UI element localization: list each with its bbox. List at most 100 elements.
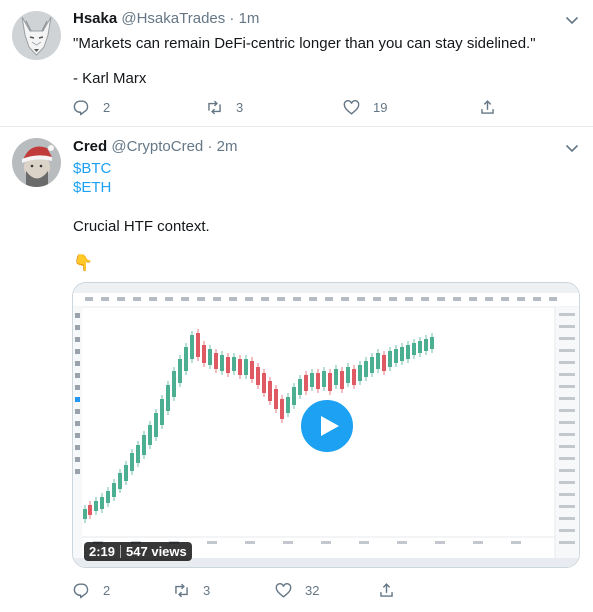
chart-toolbar-mark	[325, 297, 333, 301]
retweet-button[interactable]: 3	[205, 96, 243, 118]
price-scale-tick	[559, 325, 575, 328]
tweet-actions: 2 3 19	[72, 96, 502, 118]
candle-body	[376, 353, 380, 369]
chart-toolbar-mark	[549, 297, 557, 301]
candle-body	[358, 365, 362, 381]
timestamp[interactable]: 2m	[217, 138, 238, 155]
price-scale-tick	[559, 469, 575, 472]
candle-body	[316, 373, 320, 389]
reply-button[interactable]: 2	[72, 579, 110, 601]
candle-body	[286, 397, 290, 413]
display-name[interactable]: Hsaka	[73, 10, 117, 27]
price-scale-tick	[559, 481, 575, 484]
candle-body	[364, 361, 368, 377]
candle-body	[340, 371, 344, 389]
share-icon	[380, 582, 393, 597]
candle-body	[232, 357, 236, 371]
chart-toolbar-mark	[101, 297, 109, 301]
candle-body	[148, 425, 152, 445]
retweet-count: 3	[236, 99, 244, 115]
candle-body	[412, 343, 416, 355]
price-scale-tick	[559, 409, 575, 412]
chart-tool-icon	[75, 433, 80, 438]
chart-tool-icon	[75, 373, 80, 378]
tweet[interactable]: Cred @CryptoCred · 2m $BTC $ETH Crucial …	[0, 128, 593, 612]
candle-body	[322, 371, 326, 387]
chart-tool-icon	[75, 457, 80, 462]
chart-tool-icon	[75, 421, 80, 426]
cashtag-link-eth[interactable]: $ETH	[73, 178, 111, 198]
candle-body	[154, 413, 158, 437]
candle-body	[424, 339, 428, 351]
santa-hat-avatar-image	[12, 138, 61, 187]
candle-body	[160, 399, 164, 425]
price-scale-tick	[559, 421, 575, 424]
play-button[interactable]	[298, 397, 356, 455]
retweet-icon	[208, 100, 221, 114]
reply-button[interactable]: 2	[72, 96, 110, 118]
retweet-button[interactable]: 3	[172, 579, 210, 601]
chart-toolbar-mark	[213, 297, 221, 301]
candle-body	[124, 465, 128, 481]
like-button[interactable]: 32	[274, 579, 319, 601]
user-handle[interactable]: @CryptoCred	[111, 138, 203, 155]
chart-tool-icon	[75, 397, 80, 402]
price-scale-tick	[559, 505, 575, 508]
price-scale-tick	[559, 337, 575, 340]
candle-body	[292, 387, 296, 405]
candle-body	[88, 505, 92, 515]
price-scale-tick	[559, 313, 575, 316]
chart-toolbar-mark	[357, 297, 365, 301]
timestamp[interactable]: 1m	[239, 10, 260, 27]
share-button[interactable]	[377, 579, 396, 601]
candle-body	[400, 347, 404, 361]
candle-body	[298, 379, 302, 395]
chart-toolbar-mark	[261, 297, 269, 301]
cashtag-link-btc[interactable]: $BTC	[73, 159, 111, 179]
time-scale-tick	[283, 541, 293, 544]
user-handle[interactable]: @HsakaTrades	[121, 10, 225, 27]
avatar[interactable]	[12, 138, 61, 187]
video-view-count: 547 views	[126, 544, 187, 559]
like-button[interactable]: 19	[342, 96, 387, 118]
time-scale-tick	[207, 541, 217, 544]
chart-tool-icon	[75, 385, 80, 390]
candle-body	[256, 367, 260, 385]
display-name[interactable]: Cred	[73, 138, 107, 155]
chevron-down-icon[interactable]	[563, 139, 581, 157]
price-scale-tick	[559, 457, 575, 460]
chart-toolbar-mark	[309, 297, 317, 301]
candle-body	[370, 357, 374, 373]
price-scale-tick	[559, 433, 575, 436]
wolf-avatar-image	[12, 11, 61, 60]
price-scale-tick	[559, 445, 575, 448]
time-scale-tick	[321, 541, 331, 544]
chevron-down-icon[interactable]	[563, 11, 581, 29]
play-icon	[321, 416, 339, 436]
avatar[interactable]	[12, 11, 61, 60]
chart-toolbar-mark	[197, 297, 205, 301]
chart-toolbar-mark	[485, 297, 493, 301]
share-button[interactable]	[478, 96, 497, 118]
candle-body	[244, 359, 248, 375]
tweet[interactable]: Hsaka @HsakaTrades · 1m "Markets can rem…	[0, 0, 593, 127]
retweet-icon	[175, 583, 188, 597]
chart-toolbar-mark	[181, 297, 189, 301]
reply-count: 2	[103, 99, 111, 115]
chart-tool-icon	[75, 325, 80, 330]
video-stats-badge: 2:19 547 views	[84, 542, 192, 561]
candle-body	[94, 501, 98, 511]
retweet-count: 3	[203, 582, 211, 598]
video-player[interactable]: 2:19 547 views	[72, 282, 580, 568]
candle-body	[262, 373, 266, 393]
chart-toolbar-mark	[245, 297, 253, 301]
candle-body	[406, 345, 410, 359]
price-scale-tick	[559, 361, 575, 364]
tweet-actions: 2 3 32	[72, 579, 502, 601]
candle-body	[430, 337, 434, 349]
time-scale-tick	[435, 541, 445, 544]
candle-body	[334, 369, 338, 385]
price-scale-tick	[559, 373, 575, 376]
separator-dot: ·	[229, 10, 235, 27]
candle-body	[388, 351, 392, 367]
